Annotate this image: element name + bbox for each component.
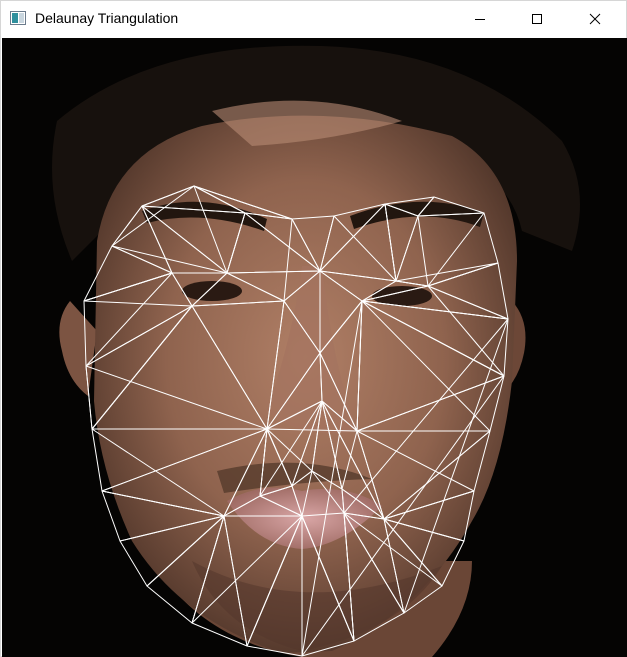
title-bar[interactable]: Delaunay Triangulation	[1, 1, 626, 37]
minimize-icon	[475, 19, 485, 20]
app-window: Delaunay Triangulation	[0, 0, 627, 657]
close-icon	[589, 13, 601, 25]
close-button[interactable]	[566, 1, 624, 37]
maximize-icon	[532, 14, 542, 24]
triangulation-image	[2, 38, 627, 657]
minimize-button[interactable]	[451, 1, 509, 37]
maximize-button[interactable]	[508, 1, 566, 37]
app-icon	[10, 11, 26, 25]
image-canvas	[2, 38, 627, 657]
window-title: Delaunay Triangulation	[35, 10, 179, 26]
eye-left	[182, 281, 242, 301]
